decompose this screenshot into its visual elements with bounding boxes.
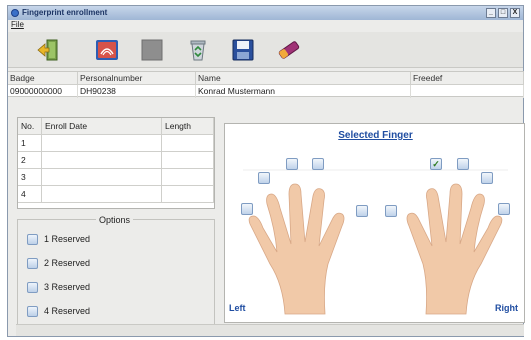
right-index-checkbox[interactable]: ✓	[430, 158, 442, 170]
row-no[interactable]: 1	[18, 135, 42, 152]
left-hand	[248, 183, 345, 315]
recycle-delete-icon	[190, 40, 206, 61]
enroll-button[interactable]	[94, 38, 120, 62]
left-thumb-checkbox[interactable]	[356, 205, 368, 217]
delete-button[interactable]	[185, 38, 211, 62]
freedef-cell[interactable]	[411, 85, 524, 98]
option-checkbox[interactable]	[27, 306, 38, 317]
badge-grid: Badge Personalnumber Name Freedef 090000…	[8, 71, 524, 98]
enroll-date-header[interactable]: Enroll Date	[42, 118, 162, 135]
no-header[interactable]: No.	[18, 118, 42, 135]
menu-bar: File	[8, 20, 523, 31]
option-label: 2 Reserved	[44, 258, 91, 268]
badge-header[interactable]: Badge	[8, 72, 78, 85]
row-enroll-date[interactable]	[42, 169, 162, 186]
toolbar	[8, 32, 523, 68]
option-label: 4 Reserved	[44, 306, 91, 316]
left-ring-checkbox[interactable]	[258, 172, 270, 184]
minimize-button[interactable]: _	[486, 8, 496, 18]
save-button[interactable]	[230, 38, 256, 62]
finger-selection-panel: Selected Finger ✓ Left Right	[224, 123, 525, 323]
personalnumber-header[interactable]: Personalnumber	[78, 72, 196, 85]
right-middle-checkbox[interactable]	[457, 158, 469, 170]
fingerprint-enrollment-window: Fingerprint enrollment _ □ X File Badge …	[7, 5, 525, 337]
right-pinky-checkbox[interactable]	[498, 203, 510, 215]
row-enroll-date[interactable]	[42, 152, 162, 169]
exit-door-icon	[37, 39, 58, 61]
personalnumber-cell[interactable]: DH90238	[78, 85, 196, 98]
row-length[interactable]	[162, 169, 214, 186]
window-title: Fingerprint enrollment	[22, 8, 108, 17]
name-header[interactable]: Name	[196, 72, 411, 85]
row-no[interactable]: 4	[18, 186, 42, 203]
freedef-header[interactable]: Freedef	[411, 72, 524, 85]
left-index-checkbox[interactable]	[312, 158, 324, 170]
option-label: 1 Reserved	[44, 234, 91, 244]
stop-button[interactable]	[139, 38, 165, 62]
enroll-table: No. Enroll Date Length 1 2 3 4	[17, 117, 215, 209]
stop-icon	[141, 39, 163, 61]
row-no[interactable]: 3	[18, 169, 42, 186]
status-bar	[16, 324, 524, 336]
badge-cell[interactable]: 09000000000	[8, 85, 78, 98]
close-button[interactable]: X	[510, 8, 520, 18]
option-checkbox[interactable]	[27, 282, 38, 293]
app-icon	[11, 9, 19, 17]
option-checkbox[interactable]	[27, 234, 38, 245]
fingerprint-scan-icon	[96, 40, 118, 60]
row-enroll-date[interactable]	[42, 186, 162, 203]
hands-illustration	[243, 169, 508, 315]
left-middle-checkbox[interactable]	[286, 158, 298, 170]
eraser-icon	[278, 41, 300, 59]
exit-button[interactable]	[36, 38, 62, 62]
row-enroll-date[interactable]	[42, 135, 162, 152]
option-checkbox[interactable]	[27, 258, 38, 269]
option-label: 3 Reserved	[44, 282, 91, 292]
left-hand-label: Left	[229, 303, 246, 313]
row-length[interactable]	[162, 135, 214, 152]
right-ring-checkbox[interactable]	[481, 172, 493, 184]
right-hand-label: Right	[495, 303, 518, 313]
selected-finger-heading: Selected Finger	[338, 130, 413, 141]
menu-file[interactable]: File	[11, 20, 24, 29]
left-pinky-checkbox[interactable]	[241, 203, 253, 215]
length-header[interactable]: Length	[162, 118, 214, 135]
row-length[interactable]	[162, 186, 214, 203]
row-no[interactable]: 2	[18, 152, 42, 169]
options-legend: Options	[96, 215, 134, 225]
erase-button[interactable]	[276, 38, 302, 62]
maximize-button[interactable]: □	[498, 8, 508, 18]
right-hand	[406, 183, 503, 315]
name-cell[interactable]: Konrad Mustermann	[196, 85, 411, 98]
title-bar: Fingerprint enrollment _ □ X	[8, 6, 523, 20]
row-length[interactable]	[162, 152, 214, 169]
options-group: Options 1 Reserved 2 Reserved 3 Reserved…	[17, 215, 215, 329]
right-thumb-checkbox[interactable]	[385, 205, 397, 217]
save-disk-icon	[232, 39, 254, 61]
